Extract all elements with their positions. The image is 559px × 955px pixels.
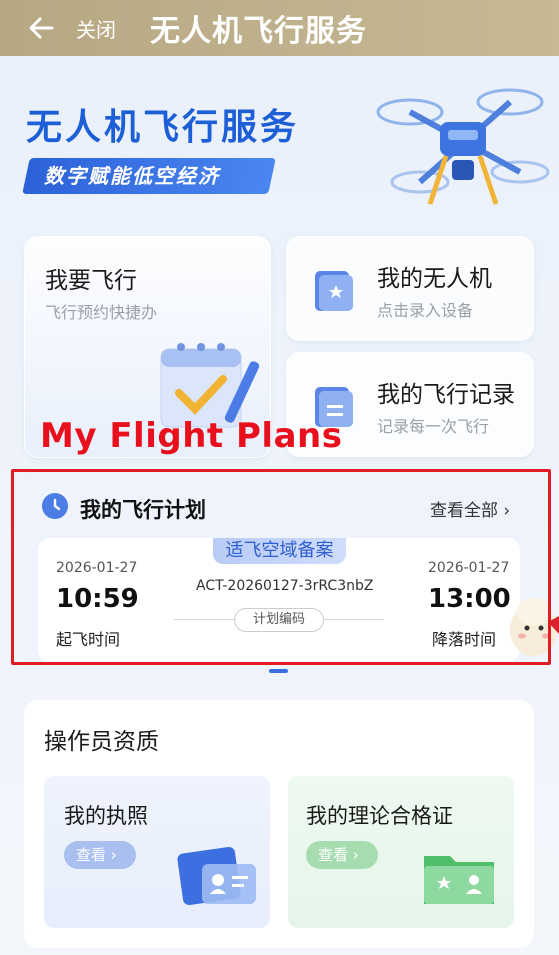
license-card-icon <box>177 846 256 906</box>
flight-record-title: 我的飞行记录 <box>377 382 515 408</box>
certificate-folder-icon <box>424 856 494 904</box>
certificate-view-button[interactable]: 查看 › <box>306 841 378 869</box>
close-button[interactable]: 关闭 <box>76 14 116 43</box>
my-drone-subtitle: 点击录入设备 <box>377 301 474 320</box>
hero-subtitle: 数字赋能低空经济 <box>44 164 220 188</box>
drone-document-icon <box>315 271 353 311</box>
back-arrow-icon[interactable] <box>26 13 56 43</box>
license-title: 我的执照 <box>64 804 148 828</box>
top-bar: 关闭 无人机飞行服务 <box>0 0 559 56</box>
license-view-button[interactable]: 查看 › <box>64 841 136 869</box>
hero-title: 无人机飞行服务 <box>26 107 300 148</box>
annotation-highlight-box <box>11 469 551 665</box>
hero-banner: 无人机飞行服务 数字赋能低空经济 <box>0 56 559 236</box>
fly-card-subtitle: 飞行预约快捷办 <box>45 303 158 322</box>
carousel-indicator <box>269 669 288 673</box>
drone-illustration-icon <box>376 88 550 205</box>
hero-subtitle-banner: 数字赋能低空经济 <box>22 158 276 194</box>
certificate-title: 我的理论合格证 <box>306 804 453 828</box>
fly-card-title: 我要飞行 <box>45 268 137 294</box>
my-drone-title: 我的无人机 <box>377 266 492 292</box>
page-title: 无人机飞行服务 <box>150 14 367 49</box>
operator-qualification-title: 操作员资质 <box>44 729 159 755</box>
flight-record-subtitle: 记录每一次飞行 <box>377 417 490 436</box>
annotation-label: My Flight Plans <box>40 416 343 456</box>
my-drone-card[interactable]: 我的无人机 点击录入设备 <box>286 236 534 341</box>
